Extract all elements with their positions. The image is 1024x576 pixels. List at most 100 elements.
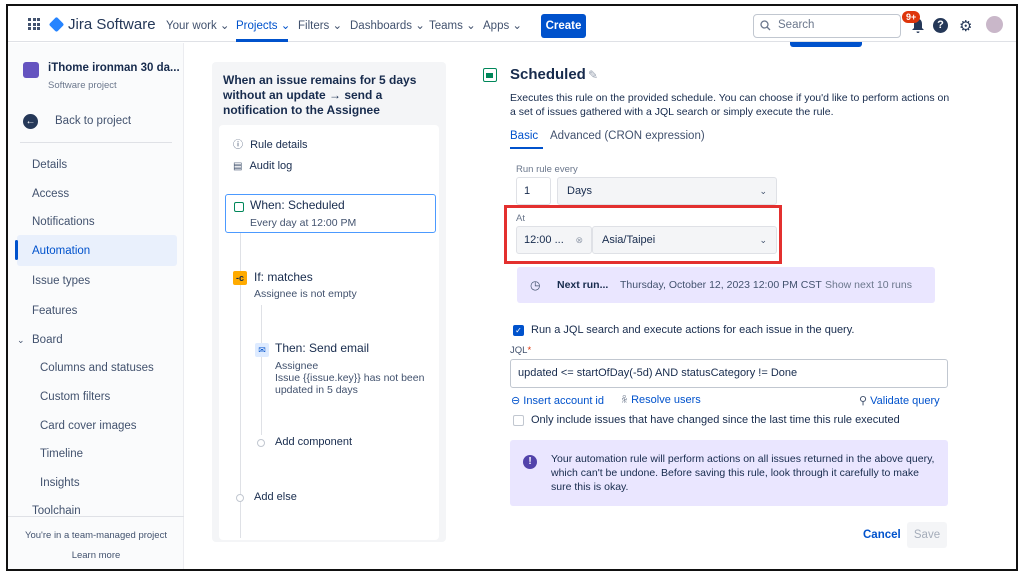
- person-icon: ⊖: [511, 395, 521, 407]
- nav-projects[interactable]: Projects ⌄: [236, 18, 290, 32]
- clock-icon: ◷: [530, 278, 541, 292]
- sidebar-item-timeline[interactable]: Timeline: [40, 448, 83, 460]
- next-run-value: Thursday, October 12, 2023 12:00 PM CST: [620, 279, 822, 291]
- only-changed-checkbox-label: Only include issues that have changed si…: [531, 414, 900, 426]
- app-window: Jira Software Your work ⌄ Projects ⌄ Fil…: [6, 4, 1018, 571]
- rule-overview-panel: When an issue remains for 5 days without…: [212, 62, 446, 542]
- alert-icon: !: [523, 455, 537, 469]
- chevron-down-icon[interactable]: ⌄: [17, 335, 25, 346]
- schedule-description: Executes this rule on the provided sched…: [510, 92, 950, 118]
- sidebar-item-insights[interactable]: Insights: [40, 477, 80, 489]
- action-line-2: Issue {{issue.key}} has not been: [275, 372, 425, 384]
- back-arrow-icon[interactable]: ←: [23, 114, 38, 129]
- brand-name[interactable]: Jira Software: [68, 16, 156, 33]
- page-title: Scheduled: [510, 66, 586, 83]
- sidebar-divider: [20, 142, 172, 143]
- search-icon: ⚲: [859, 395, 868, 407]
- condition-title[interactable]: If: matches: [254, 270, 313, 284]
- action-title[interactable]: Then: Send email: [275, 341, 369, 355]
- learn-more-link[interactable]: Learn more: [8, 550, 184, 561]
- tab-basic[interactable]: Basic: [510, 130, 538, 142]
- add-component-link[interactable]: Add component: [275, 436, 352, 448]
- nav-apps[interactable]: Apps ⌄: [483, 18, 522, 32]
- info-icon: ⓘ: [233, 140, 243, 151]
- sidebar-footer-divider: [8, 516, 184, 517]
- project-avatar-icon: [23, 62, 39, 78]
- audit-log-link[interactable]: ▤ Audit log: [233, 160, 292, 172]
- sidebar-item-card-cover-images[interactable]: Card cover images: [40, 420, 137, 432]
- sidebar-item-columns-statuses[interactable]: Columns and statuses: [40, 362, 154, 374]
- warning-text: Your automation rule will perform action…: [551, 453, 935, 493]
- nav-your-work[interactable]: Your work ⌄: [166, 18, 230, 32]
- run-every-input[interactable]: 1: [516, 177, 551, 205]
- only-changed-checkbox[interactable]: [513, 415, 524, 426]
- add-else-link[interactable]: Add else: [254, 491, 297, 503]
- app-switcher-icon[interactable]: [28, 18, 40, 30]
- jira-logo-icon: [48, 16, 65, 33]
- rule-details-link[interactable]: ⓘ Rule details: [233, 136, 308, 151]
- condition-subtitle: Assignee is not empty: [254, 288, 357, 300]
- branch-connector: [261, 305, 262, 435]
- team-managed-note: You're in a team-managed project: [25, 530, 167, 541]
- user-avatar[interactable]: [986, 16, 1003, 33]
- back-to-project-link[interactable]: Back to project: [55, 115, 131, 127]
- run-every-label: Run rule every: [516, 164, 578, 175]
- jql-input[interactable]: updated <= startOfDay(-5d) AND statusCat…: [510, 359, 948, 388]
- sidebar-item-access[interactable]: Access: [32, 188, 69, 200]
- nav-dashboards[interactable]: Dashboards ⌄: [350, 18, 425, 32]
- show-next-runs-link[interactable]: Show next 10 runs: [825, 267, 912, 303]
- sidebar-item-issue-types[interactable]: Issue types: [32, 275, 90, 287]
- next-run-panel: ◷ Next run... Thursday, October 12, 2023…: [517, 267, 935, 303]
- project-name[interactable]: iThome ironman 30 da...: [48, 62, 180, 74]
- sidebar-item-notifications[interactable]: Notifications: [32, 216, 95, 228]
- calendar-icon: [234, 202, 244, 212]
- calendar-icon: [483, 68, 497, 82]
- run-every-unit-select[interactable]: Days ⌄: [557, 177, 777, 205]
- rule-component-list: ⓘ Rule details ▤ Audit log When: Schedul…: [219, 125, 439, 540]
- chevron-down-icon: ⌄: [759, 186, 767, 196]
- top-scroll-indicator: [790, 42, 862, 47]
- trigger-subtitle: Every day at 12:00 PM: [250, 217, 357, 229]
- email-icon: ✉: [255, 343, 269, 357]
- rule-title: When an issue remains for 5 days without…: [223, 73, 417, 117]
- project-type: Software project: [48, 80, 117, 91]
- action-line-1: Assignee: [275, 360, 319, 372]
- action-line-3: updated in 5 days: [275, 384, 358, 396]
- jql-label: JQL*: [510, 345, 532, 356]
- sidebar-item-automation[interactable]: Automation: [32, 245, 90, 257]
- insert-account-id-link[interactable]: ⊖ Insert account id: [511, 394, 604, 407]
- sidebar-item-board[interactable]: Board: [32, 334, 63, 346]
- document-icon: ▤: [233, 161, 243, 172]
- project-sidebar: iThome ironman 30 da... Software project…: [8, 43, 184, 569]
- users-icon: ꆜ: [621, 395, 629, 405]
- notification-badge: 9+: [902, 11, 921, 23]
- sidebar-active-bar: [15, 240, 18, 260]
- search-input[interactable]: Search: [753, 14, 901, 38]
- add-component-dot: [257, 439, 265, 447]
- sidebar-item-details[interactable]: Details: [32, 159, 67, 171]
- active-tab-underline: [510, 147, 543, 149]
- trigger-card-scheduled[interactable]: When: Scheduled Every day at 12:00 PM: [225, 194, 436, 233]
- nav-teams[interactable]: Teams ⌄: [429, 18, 476, 32]
- edit-pencil-icon[interactable]: ✎: [588, 68, 598, 82]
- cancel-button[interactable]: Cancel: [863, 529, 901, 541]
- settings-gear-icon[interactable]: ⚙: [959, 17, 972, 35]
- highlight-annotation-box: [504, 205, 782, 264]
- jql-search-checkbox[interactable]: ✓: [513, 325, 524, 336]
- nav-active-indicator: [236, 39, 288, 42]
- next-run-label: Next run...: [557, 279, 609, 291]
- add-else-dot: [236, 494, 244, 502]
- condition-icon: -c: [233, 271, 247, 285]
- save-button[interactable]: Save: [907, 522, 947, 548]
- validate-query-link[interactable]: ⚲ Validate query: [859, 394, 940, 407]
- help-icon[interactable]: ?: [933, 18, 948, 33]
- create-button[interactable]: Create: [541, 14, 586, 38]
- tab-advanced-cron[interactable]: Advanced (CRON expression): [550, 130, 705, 142]
- resolve-users-link[interactable]: ꆜ Resolve users: [621, 394, 701, 406]
- sidebar-item-features[interactable]: Features: [32, 305, 77, 317]
- sidebar-item-custom-filters[interactable]: Custom filters: [40, 391, 110, 403]
- nav-filters[interactable]: Filters ⌄: [298, 18, 342, 32]
- warning-section-message: ! Your automation rule will perform acti…: [510, 440, 948, 506]
- top-navigation: Jira Software Your work ⌄ Projects ⌄ Fil…: [8, 6, 1016, 42]
- trigger-title: When: Scheduled: [250, 198, 345, 212]
